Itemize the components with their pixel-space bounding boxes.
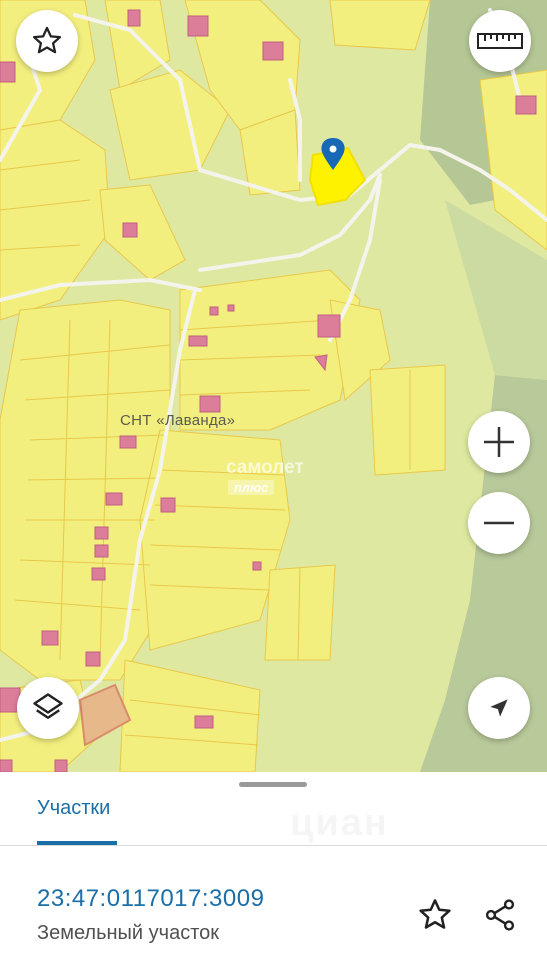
- star-icon: [419, 899, 451, 929]
- ruler-icon: [477, 33, 523, 49]
- share-icon: [485, 899, 515, 931]
- map-view[interactable]: СНТ «Лаванда» самолет плюс: [0, 0, 547, 772]
- plus-icon: [484, 427, 514, 457]
- tab-parcels[interactable]: Участки: [37, 797, 110, 820]
- zoom-in-button[interactable]: [468, 411, 530, 473]
- zoom-out-button[interactable]: [468, 492, 530, 554]
- watermark-line1: самолет: [226, 457, 304, 478]
- map-place-label: СНТ «Лаванда»: [120, 412, 236, 429]
- share-button[interactable]: [480, 895, 520, 935]
- watermark-logo: самолет плюс: [226, 457, 326, 497]
- ruler-button[interactable]: [469, 10, 531, 72]
- navigation-arrow-icon: [490, 699, 508, 717]
- layers-button[interactable]: [17, 677, 79, 739]
- parcel-type: Земельный участок: [37, 922, 220, 944]
- sheet-background-watermark: циан: [290, 802, 389, 845]
- map-canvas[interactable]: [0, 0, 547, 772]
- favorite-parcel-button[interactable]: [415, 895, 455, 935]
- layers-icon: [33, 693, 63, 719]
- divider: [0, 845, 547, 846]
- drag-handle[interactable]: [239, 782, 307, 787]
- watermark-line2: плюс: [228, 480, 275, 495]
- minus-icon: [484, 521, 514, 525]
- cadastral-number[interactable]: 23:47:0117017:3009: [37, 885, 264, 913]
- star-icon: [32, 26, 62, 54]
- favorite-button[interactable]: [16, 10, 78, 72]
- bottom-sheet[interactable]: циан Участки 23:47:0117017:3009 Земельны…: [0, 772, 547, 960]
- locate-button[interactable]: [468, 677, 530, 739]
